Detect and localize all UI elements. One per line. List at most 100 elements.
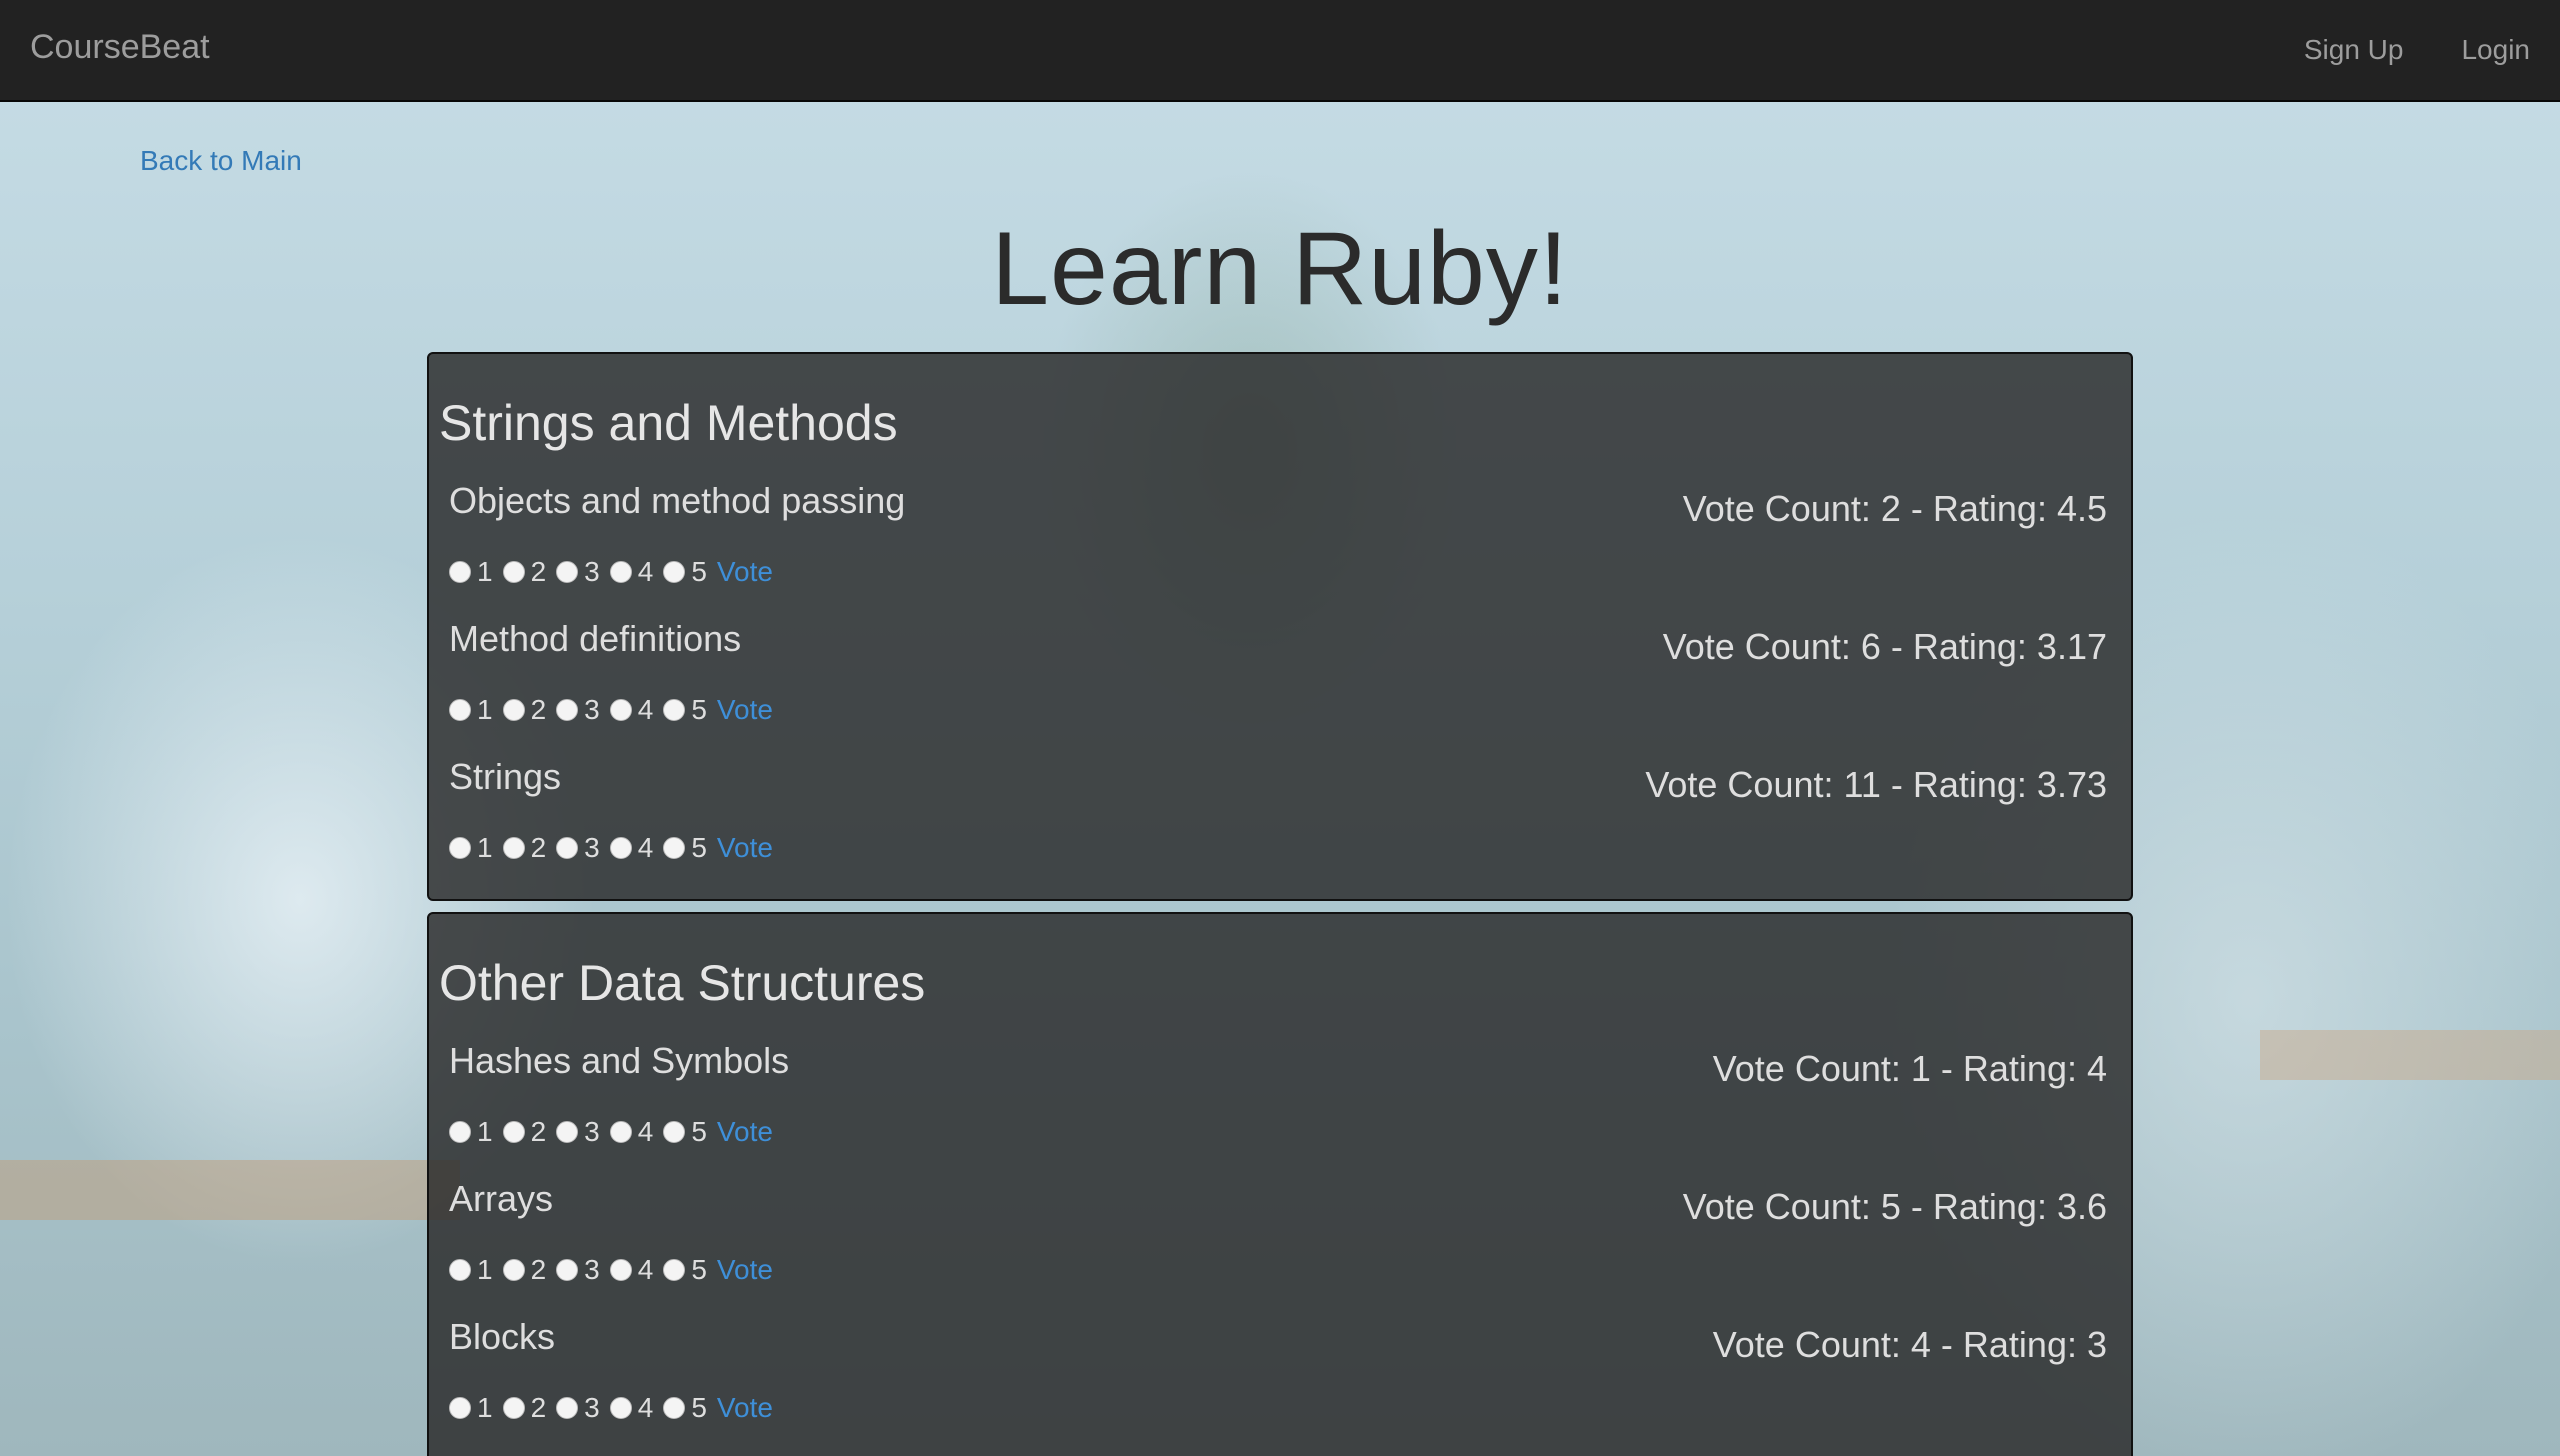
lesson-stats: Vote Count: 1 - Rating: 4 <box>1712 1048 2107 1089</box>
lesson-name: Blocks <box>449 1316 556 1357</box>
rating-radio-3[interactable] <box>556 699 579 721</box>
rating-label: 2 <box>530 832 547 863</box>
lesson-stats: Vote Count: 11 - Rating: 3.73 <box>1645 764 2107 805</box>
rating-label: 2 <box>530 556 547 587</box>
rating-vote-row: 1 2 3 4 5 Vote <box>449 556 773 588</box>
desk-shape <box>2260 1030 2560 1080</box>
rating-label: 4 <box>637 1116 654 1147</box>
rating-label: 4 <box>637 556 654 587</box>
signup-link[interactable]: Sign Up <box>2304 34 2404 66</box>
rating-radio-4[interactable] <box>609 837 632 859</box>
lesson-name: Method definitions <box>449 618 742 659</box>
rating-radio-3[interactable] <box>556 561 579 583</box>
lesson-name: Objects and method passing <box>449 480 906 521</box>
rating-label: 4 <box>637 832 654 863</box>
rating-label: 1 <box>477 1116 493 1147</box>
rating-radio-4[interactable] <box>609 1397 632 1419</box>
rating-radio-5[interactable] <box>663 561 686 583</box>
rating-vote-row: 1 2 3 4 5 Vote <box>449 832 773 864</box>
rating-vote-row: 1 2 3 4 5 Vote <box>449 1392 773 1424</box>
rating-radio-4[interactable] <box>609 699 632 721</box>
lesson-item: Objects and method passing Vote Count: 2… <box>449 480 2115 618</box>
rating-radio-1[interactable] <box>449 699 471 721</box>
rating-radio-2[interactable] <box>502 837 525 859</box>
rating-radio-2[interactable] <box>502 1259 525 1281</box>
lesson-item: Arrays Vote Count: 5 - Rating: 3.6 1 2 3… <box>449 1178 2115 1316</box>
rating-radio-3[interactable] <box>556 1397 579 1419</box>
section-panel: Strings and Methods Objects and method p… <box>427 352 2133 901</box>
rating-label: 4 <box>637 694 654 725</box>
lesson-name: Strings <box>449 756 562 797</box>
rating-label: 3 <box>584 556 600 587</box>
lesson-name: Hashes and Symbols <box>449 1040 790 1081</box>
rating-label: 1 <box>477 1254 493 1285</box>
rating-label: 3 <box>584 1254 600 1285</box>
rating-vote-row: 1 2 3 4 5 Vote <box>449 1116 773 1148</box>
rating-label: 4 <box>637 1254 654 1285</box>
rating-radio-2[interactable] <box>502 699 525 721</box>
rating-radio-5[interactable] <box>663 1259 686 1281</box>
rating-label: 2 <box>530 694 547 725</box>
rating-radio-4[interactable] <box>609 561 632 583</box>
rating-radio-5[interactable] <box>663 699 686 721</box>
rating-label: 5 <box>691 1392 707 1423</box>
rating-radio-4[interactable] <box>609 1259 632 1281</box>
vote-button[interactable]: Vote <box>717 694 773 726</box>
section-title: Strings and Methods <box>439 395 898 451</box>
lesson-stats: Vote Count: 4 - Rating: 3 <box>1712 1324 2107 1365</box>
brand-link[interactable]: CourseBeat <box>30 28 210 67</box>
rating-label: 3 <box>584 694 600 725</box>
lesson-item: Method definitions Vote Count: 6 - Ratin… <box>449 618 2115 756</box>
rating-label: 5 <box>691 556 707 587</box>
rating-radio-3[interactable] <box>556 1121 579 1143</box>
vote-button[interactable]: Vote <box>717 832 773 864</box>
lesson-item: Hashes and Symbols Vote Count: 1 - Ratin… <box>449 1040 2115 1178</box>
rating-label: 3 <box>584 1116 600 1147</box>
rating-radio-2[interactable] <box>502 561 525 583</box>
lesson-name: Arrays <box>449 1178 554 1219</box>
lesson-item: Strings Vote Count: 11 - Rating: 3.73 1 … <box>449 756 2115 894</box>
vote-button[interactable]: Vote <box>717 1254 773 1286</box>
rating-label: 2 <box>530 1116 547 1147</box>
rating-label: 5 <box>691 1116 707 1147</box>
rating-radio-5[interactable] <box>663 837 686 859</box>
rating-radio-5[interactable] <box>663 1121 686 1143</box>
rating-vote-row: 1 2 3 4 5 Vote <box>449 694 773 726</box>
vote-button[interactable]: Vote <box>717 1392 773 1424</box>
login-link[interactable]: Login <box>2461 34 2530 66</box>
rating-vote-row: 1 2 3 4 5 Vote <box>449 1254 773 1286</box>
lesson-stats: Vote Count: 6 - Rating: 3.17 <box>1662 626 2107 667</box>
back-to-main-link[interactable]: Back to Main <box>140 145 302 177</box>
lesson-stats: Vote Count: 5 - Rating: 3.6 <box>1682 1186 2107 1227</box>
rating-label: 2 <box>530 1392 547 1423</box>
rating-label: 3 <box>584 1392 600 1423</box>
rating-radio-5[interactable] <box>663 1397 686 1419</box>
desk-shape <box>0 1160 460 1220</box>
navbar: CourseBeat Sign Up Login <box>0 0 2560 102</box>
rating-radio-1[interactable] <box>449 1397 471 1419</box>
rating-label: 2 <box>530 1254 547 1285</box>
rating-radio-1[interactable] <box>449 1121 471 1143</box>
vote-button[interactable]: Vote <box>717 556 773 588</box>
rating-label: 1 <box>477 1392 493 1423</box>
lesson-stats: Vote Count: 2 - Rating: 4.5 <box>1682 488 2107 529</box>
rating-radio-2[interactable] <box>502 1397 525 1419</box>
rating-radio-1[interactable] <box>449 1259 471 1281</box>
rating-label: 5 <box>691 694 707 725</box>
rating-radio-3[interactable] <box>556 1259 579 1281</box>
section-title: Other Data Structures <box>439 955 926 1011</box>
navbar-right-links: Sign Up Login <box>2304 0 2530 100</box>
rating-label: 4 <box>637 1392 654 1423</box>
rating-label: 5 <box>691 1254 707 1285</box>
rating-label: 1 <box>477 694 493 725</box>
rating-radio-1[interactable] <box>449 561 471 583</box>
rating-radio-4[interactable] <box>609 1121 632 1143</box>
rating-label: 3 <box>584 832 600 863</box>
rating-label: 1 <box>477 832 493 863</box>
vote-button[interactable]: Vote <box>717 1116 773 1148</box>
rating-radio-3[interactable] <box>556 837 579 859</box>
rating-radio-2[interactable] <box>502 1121 525 1143</box>
rating-radio-1[interactable] <box>449 837 471 859</box>
page-title: Learn Ruby! <box>991 211 1569 327</box>
section-panel: Other Data Structures Hashes and Symbols… <box>427 912 2133 1456</box>
